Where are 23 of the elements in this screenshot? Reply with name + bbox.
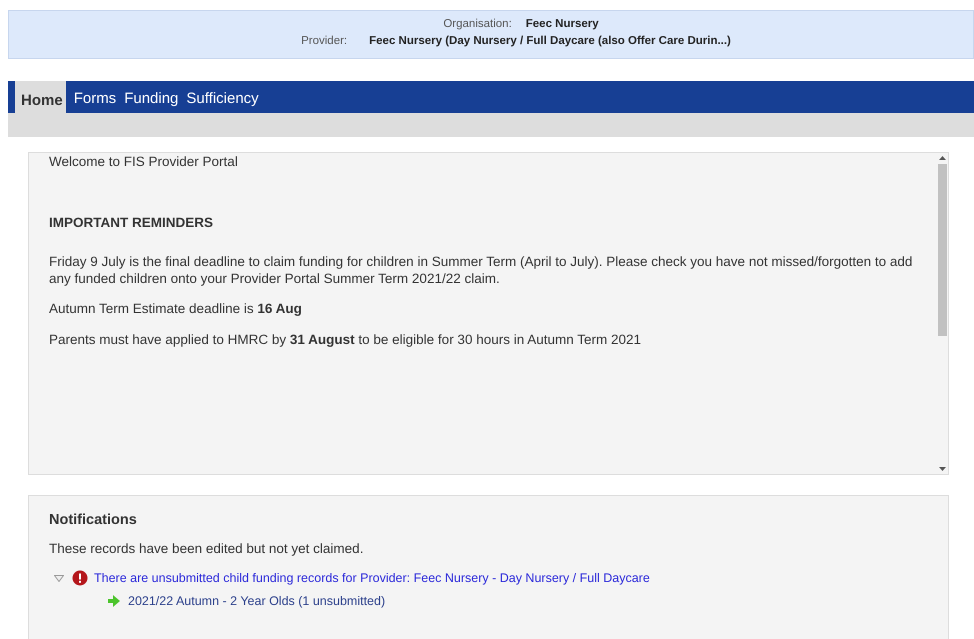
arrow-right-icon <box>108 595 120 607</box>
collapse-icon[interactable] <box>54 574 64 582</box>
nav-tab[interactable]: Funding <box>120 87 182 113</box>
organisation-label: Organisation: <box>443 18 512 30</box>
nav-tab[interactable]: Forms <box>70 87 120 113</box>
notifications-title: Notifications <box>49 512 138 528</box>
record-link[interactable]: 2021/22 Autumn - 2 Year Olds (1 unsubmitted) <box>128 594 386 608</box>
nav-tab[interactable]: Sufficiency <box>182 87 263 113</box>
reminder-paragraph: Parents must have applied to HMRC by 31 August to be eligible for 30 hours in Autumn Term 2021 <box>49 332 642 348</box>
reminder-paragraph: Friday 9 July is the final deadline to claim funding for children in Summer Term (April to July). Please check you have not missed/forgotten to add any funded children onto your Provider Portal Summer Term 2021/22 claim. <box>49 254 914 287</box>
scroll-up-icon[interactable] <box>938 156 946 160</box>
provider-name: Feec Nursery (Day Nursery / Full Daycare (also Offer Care Durin...) <box>369 34 731 46</box>
scroll-down-icon[interactable] <box>938 467 946 471</box>
welcome-title: Welcome to FIS Provider Portal <box>49 154 239 169</box>
scroll-thumb[interactable] <box>938 164 946 336</box>
organisation-name: Feec Nursery <box>526 18 599 30</box>
error-icon <box>72 570 88 586</box>
notification-link[interactable]: There are unsubmitted child funding records for Provider: Feec Nursery - Day Nursery / Full Daycare <box>94 571 650 585</box>
reminder-paragraph: Autumn Term Estimate deadline is 16 Aug <box>49 301 303 318</box>
nav-tab[interactable]: Home <box>15 81 66 113</box>
provider-label: Provider: <box>301 34 348 46</box>
reminders-heading: IMPORTANT REMINDERS <box>49 215 214 230</box>
notifications-description: These records have been edited but not yet claimed. <box>49 541 364 556</box>
